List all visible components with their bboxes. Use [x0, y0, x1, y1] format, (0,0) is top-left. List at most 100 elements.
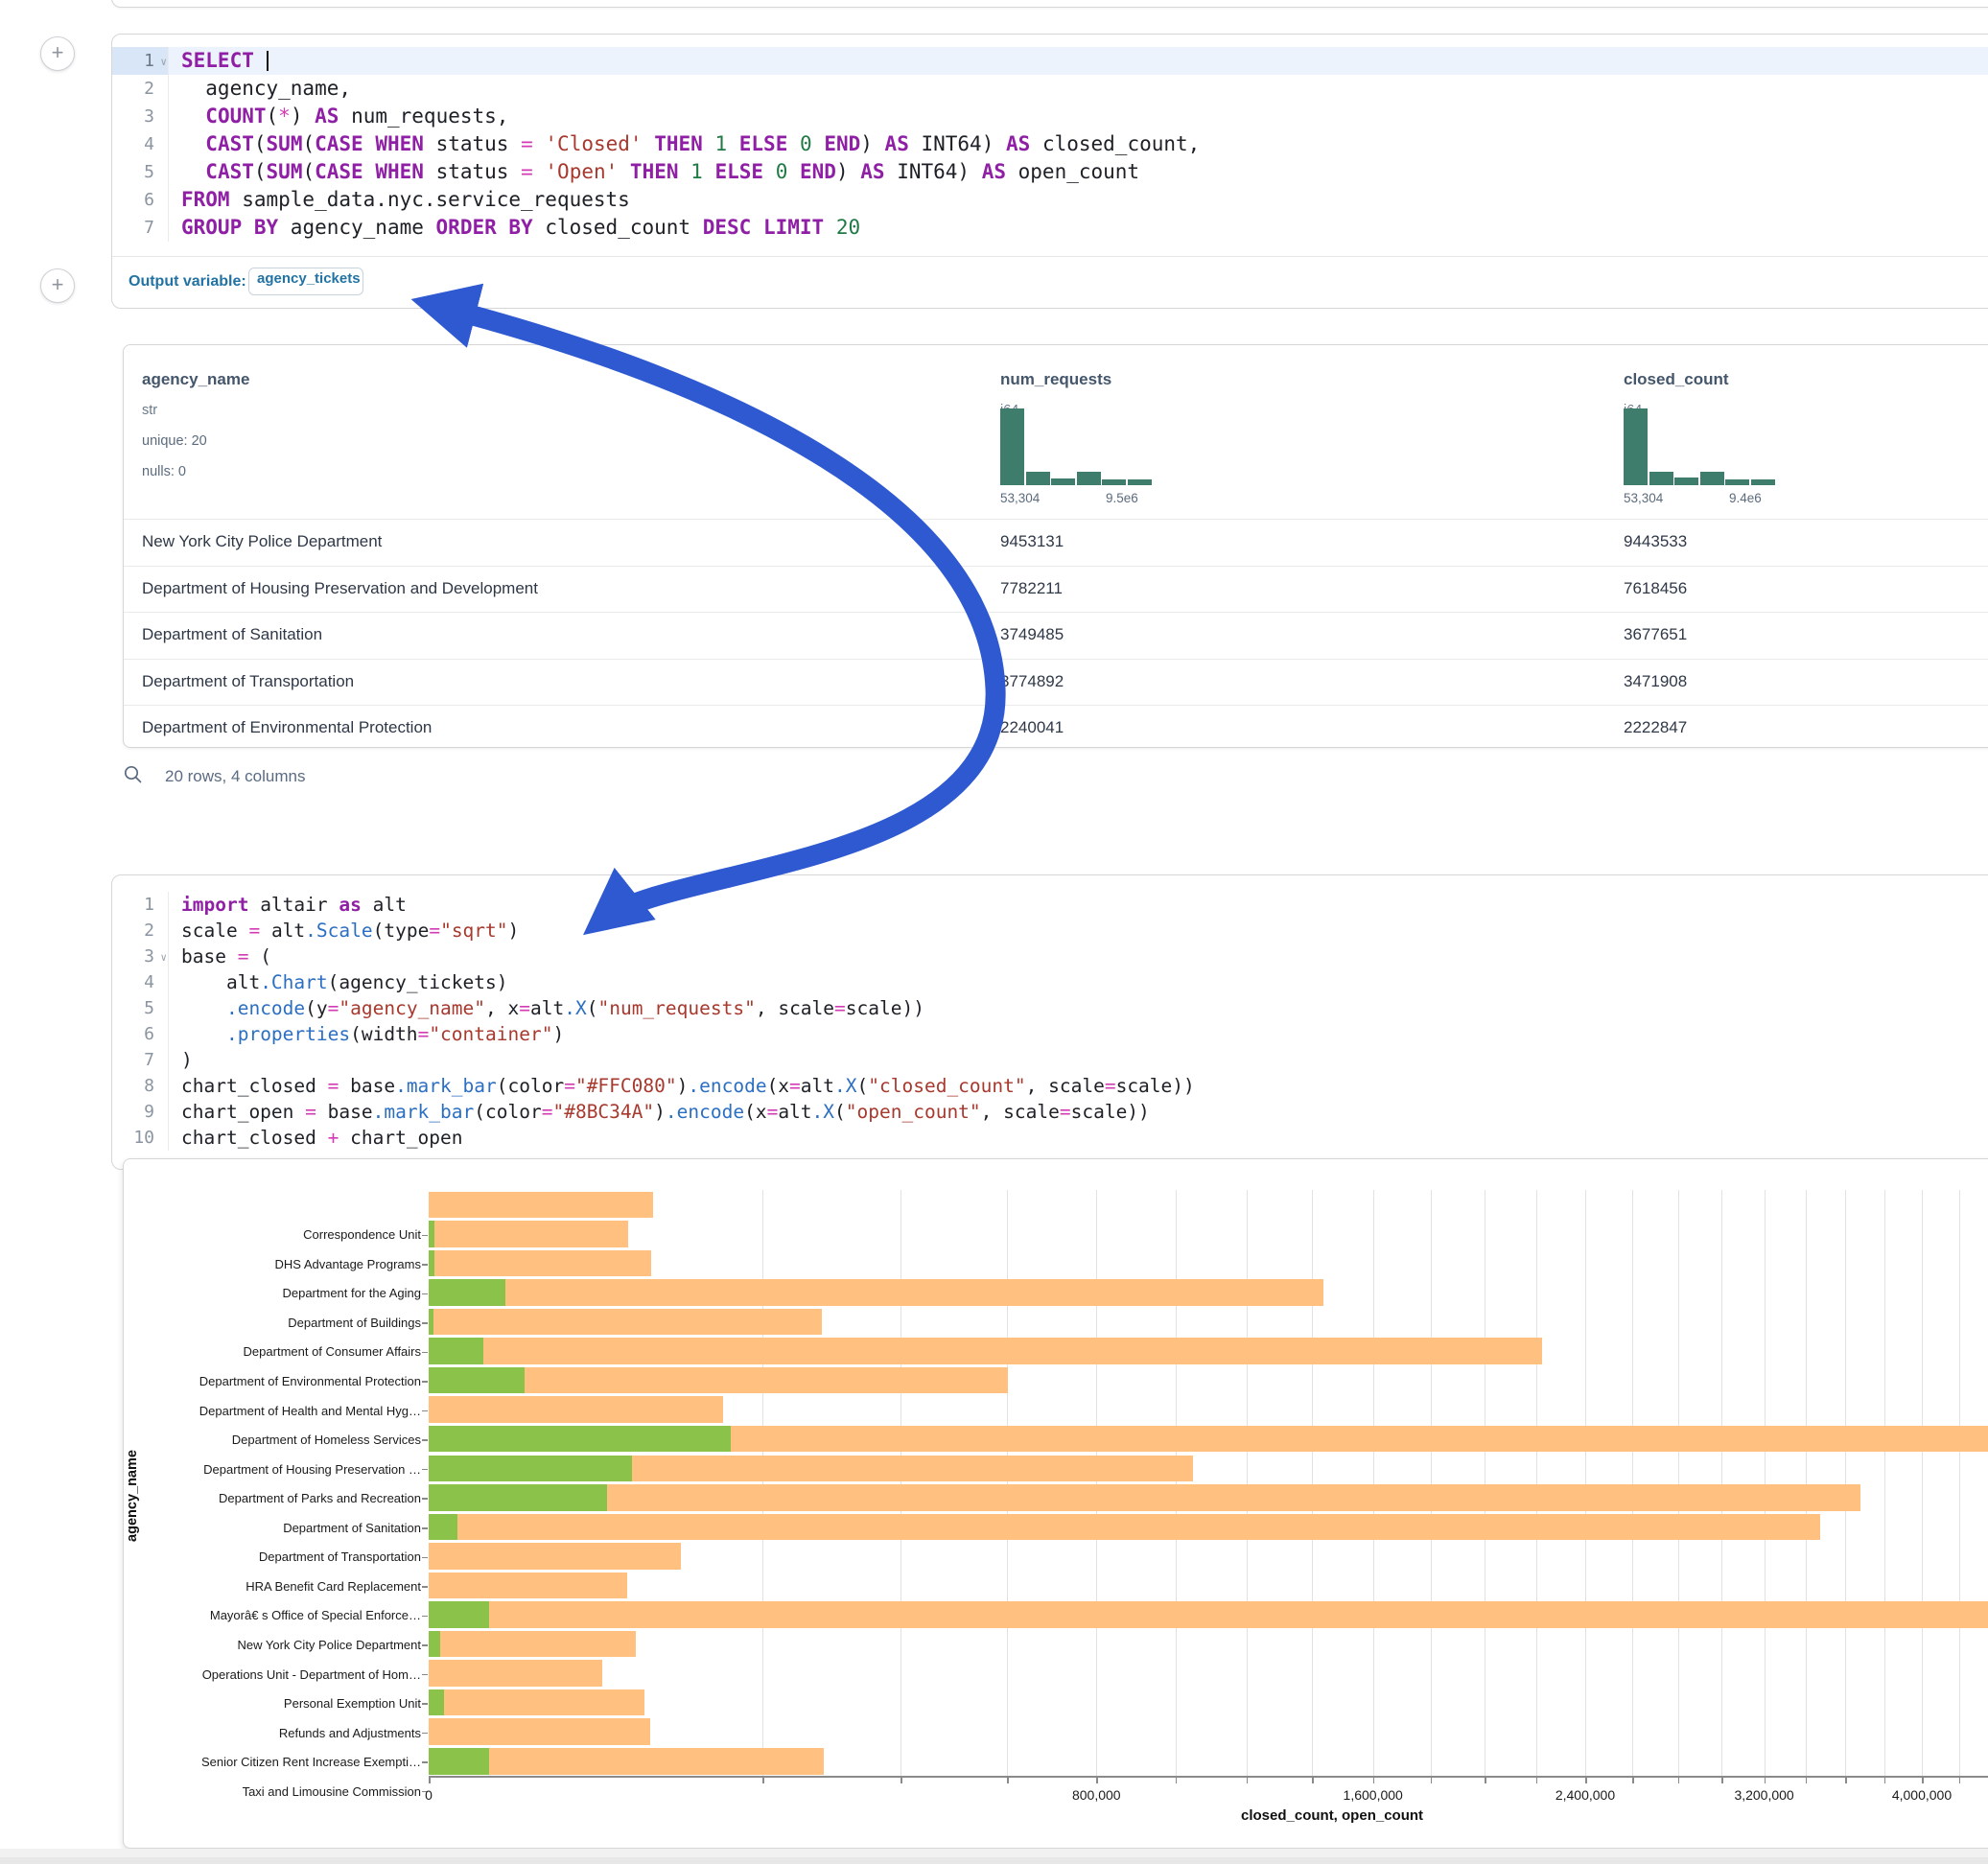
collapse-chevron-icon[interactable]: ∨ [160, 944, 167, 970]
gridline [1247, 1190, 1248, 1776]
output-variable-label: Output variable: [129, 273, 246, 291]
y-axis-label: Senior Citizen Rent Increase Exempti… [124, 1755, 421, 1769]
y-axis-label: HRA Benefit Card Replacement [124, 1579, 421, 1594]
code-text: GROUP BY agency_name ORDER BY closed_cou… [169, 214, 1988, 242]
code-line[interactable]: 10chart_closed + chart_open [112, 1125, 1988, 1151]
y-tick-mark [422, 1527, 428, 1529]
x-tick-mark [1312, 1778, 1314, 1783]
gridline [1007, 1190, 1008, 1776]
line-number: 4 [112, 969, 169, 995]
code-line[interactable]: 4 CAST(SUM(CASE WHEN status = 'Closed' T… [112, 130, 1988, 158]
open-count-bar [429, 1426, 731, 1453]
code-line[interactable]: 7GROUP BY agency_name ORDER BY closed_co… [112, 214, 1988, 242]
code-text: .encode(y="agency_name", x=alt.X("num_re… [169, 995, 1988, 1021]
y-axis-label: Personal Exemption Unit [124, 1696, 421, 1711]
gridline [1678, 1190, 1679, 1776]
y-axis-label: Department of Health and Mental Hyg… [124, 1404, 421, 1418]
x-tick-label: 2,400,000 [1528, 1787, 1643, 1803]
y-axis-label: Mayorâ€ s Office of Special Enforce… [124, 1608, 421, 1622]
code-text: chart_open = base.mark_bar(color="#8BC34… [169, 1099, 1988, 1125]
open-count-bar [429, 1601, 489, 1628]
x-tick-mark [1485, 1778, 1486, 1783]
histogram-max-label: 9.4e6 [1729, 491, 1762, 505]
table-row[interactable]: Department of Sanitation37494853677651 [124, 612, 1988, 659]
y-tick-mark [422, 1469, 428, 1471]
line-number: 1∨ [112, 47, 169, 75]
gridline [1373, 1190, 1374, 1776]
code-line[interactable]: 3∨base = ( [112, 944, 1988, 969]
code-text: CAST(SUM(CASE WHEN status = 'Closed' THE… [169, 130, 1988, 158]
output-variable-chip[interactable]: agency_tickets [248, 268, 363, 295]
code-line[interactable]: 6 .properties(width="container") [112, 1021, 1988, 1047]
code-text: .properties(width="container") [169, 1021, 1988, 1047]
histogram-min-label: 53,304 [1000, 491, 1040, 505]
closed-count-bar [429, 1543, 681, 1570]
search-icon[interactable] [123, 764, 144, 790]
code-line[interactable]: 2 agency_name, [112, 75, 1988, 103]
histogram-bar [1649, 472, 1673, 485]
code-line[interactable]: 9chart_open = base.mark_bar(color="#8BC3… [112, 1099, 1988, 1125]
table-cell: New York City Police Department [142, 532, 382, 551]
sql-code-editor[interactable]: 1∨SELECT 2 agency_name,3 COUNT(*) AS num… [112, 35, 1988, 242]
code-line[interactable]: 5 CAST(SUM(CASE WHEN status = 'Open' THE… [112, 158, 1988, 186]
code-text: chart_closed + chart_open [169, 1125, 1988, 1151]
add-cell-button[interactable]: + [40, 36, 75, 71]
x-tick-mark [1247, 1778, 1249, 1783]
sql-cell: 1∨SELECT 2 agency_name,3 COUNT(*) AS num… [111, 34, 1988, 309]
column-name: agency_name [142, 370, 249, 389]
code-line[interactable]: 1import altair as alt [112, 892, 1988, 918]
code-line[interactable]: 1∨SELECT [112, 47, 1988, 75]
table-cell: Department of Transportation [142, 672, 354, 691]
closed-count-bar [429, 1514, 1820, 1541]
code-line[interactable]: 5 .encode(y="agency_name", x=alt.X("num_… [112, 995, 1988, 1021]
open-count-bar [429, 1631, 440, 1658]
collapse-chevron-icon[interactable]: ∨ [160, 48, 167, 76]
line-number: 4 [112, 130, 169, 158]
table-cell: Department of Housing Preservation and D… [142, 579, 538, 598]
table-row[interactable]: Department of Environmental Protection22… [124, 705, 1988, 748]
table-row[interactable]: Department of Housing Preservation and D… [124, 566, 1988, 613]
x-tick-mark [1959, 1778, 1961, 1783]
code-line[interactable]: 7) [112, 1047, 1988, 1073]
gridline [1845, 1190, 1846, 1776]
gridline [900, 1190, 901, 1776]
open-count-bar [429, 1309, 433, 1336]
y-axis-label: Correspondence Unit [124, 1227, 421, 1242]
histogram-bar [1751, 479, 1775, 485]
open-count-bar [429, 1279, 505, 1306]
y-axis-label: Department for the Aging [124, 1286, 421, 1300]
y-axis-label: Department of Buildings [124, 1316, 421, 1330]
text-cursor [267, 51, 269, 71]
y-tick-mark [422, 1381, 428, 1383]
x-tick-mark [900, 1778, 902, 1783]
table-row[interactable]: Department of Transportation377489234719… [124, 659, 1988, 706]
line-number: 6 [112, 186, 169, 214]
table-row[interactable]: New York City Police Department945313194… [124, 519, 1988, 566]
y-tick-mark [422, 1703, 428, 1705]
histogram-min-label: 53,304 [1624, 491, 1663, 505]
gridline [1431, 1190, 1432, 1776]
table-cell: 3749485 [1000, 625, 1064, 644]
x-tick-mark [1721, 1778, 1723, 1783]
python-cell: 1import altair as alt2scale = alt.Scale(… [111, 874, 1988, 1170]
add-cell-button[interactable]: + [40, 268, 75, 303]
closed-count-bar [429, 1573, 627, 1599]
x-tick-mark [1806, 1778, 1808, 1783]
python-code-editor[interactable]: 1import altair as alt2scale = alt.Scale(… [112, 875, 1988, 1151]
code-line[interactable]: 2scale = alt.Scale(type="sqrt") [112, 918, 1988, 944]
code-line[interactable]: 8chart_closed = base.mark_bar(color="#FF… [112, 1073, 1988, 1099]
closed-count-bar [429, 1601, 1988, 1628]
y-axis-label: Department of Consumer Affairs [124, 1344, 421, 1359]
open-count-bar [429, 1367, 525, 1394]
code-line[interactable]: 6FROM sample_data.nyc.service_requests [112, 186, 1988, 214]
y-axis-label: Department of Homeless Services [124, 1433, 421, 1447]
table-cell: 3677651 [1624, 625, 1687, 644]
code-line[interactable]: 3 COUNT(*) AS num_requests, [112, 103, 1988, 130]
x-axis-title: closed_count, open_count [1241, 1807, 1423, 1824]
histogram-max-label: 9.5e6 [1106, 491, 1138, 505]
code-line[interactable]: 4 alt.Chart(agency_tickets) [112, 969, 1988, 995]
y-tick-mark [422, 1644, 428, 1646]
x-tick-mark [1632, 1778, 1634, 1783]
open-count-bar [429, 1250, 434, 1277]
plot-area [429, 1190, 1988, 1776]
